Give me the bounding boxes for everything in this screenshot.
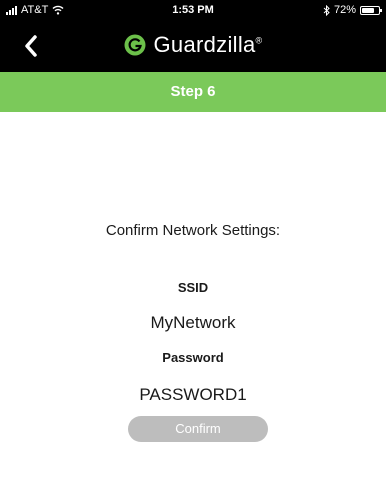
brand-name: Guardzilla® bbox=[154, 32, 263, 58]
battery-percent: 72% bbox=[333, 4, 356, 16]
brand-name-text: Guardzilla bbox=[153, 32, 256, 57]
bluetooth-icon bbox=[323, 4, 330, 16]
brand: Guardzilla® bbox=[0, 32, 386, 58]
password-value: PASSWORD1 bbox=[139, 385, 247, 404]
top-bar: AT&T 1:53 PM 72% Guardzilla® bbox=[0, 0, 386, 72]
step-banner: Step 6 bbox=[0, 72, 386, 112]
battery-icon bbox=[360, 5, 382, 15]
ssid-value: MyNetwork bbox=[150, 313, 236, 332]
confirm-heading: Confirm Network Settings: bbox=[105, 222, 281, 239]
confirm-button[interactable]: Confirm bbox=[128, 416, 268, 442]
guardzilla-logo-icon bbox=[124, 34, 145, 56]
battery-fill bbox=[362, 7, 374, 13]
brand-mark: ® bbox=[255, 35, 263, 46]
status-bar: AT&T 1:53 PM 72% bbox=[0, 0, 386, 20]
password-label: Password bbox=[162, 350, 224, 365]
nav-bar: Guardzilla® bbox=[0, 24, 386, 72]
status-right: 72% bbox=[323, 0, 382, 20]
ssid-label: SSID bbox=[177, 280, 209, 295]
